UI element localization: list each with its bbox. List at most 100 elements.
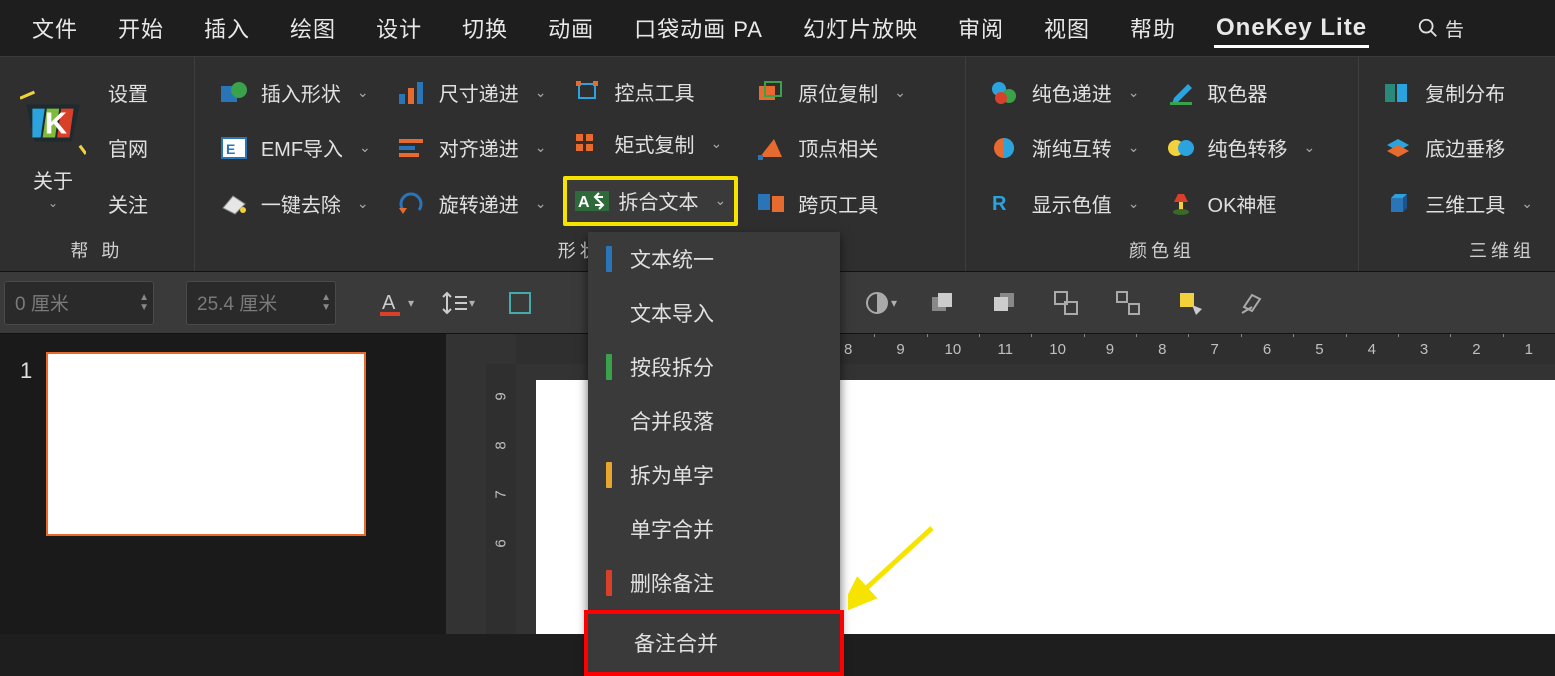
inplace-copy-icon <box>754 78 788 108</box>
ungroup-button[interactable] <box>1100 281 1156 325</box>
copy-distribute-button[interactable]: 复制分布 <box>1373 72 1541 114</box>
line-spacing-button[interactable]: ▾ <box>430 281 486 325</box>
cube-icon <box>1381 188 1415 218</box>
tab-onekey-lite[interactable]: OneKey Lite <box>1214 8 1369 48</box>
tab-strip: 文件 开始 插入 绘图 设计 切换 动画 口袋动画 PA 幻灯片放映 审阅 视图… <box>0 0 1555 56</box>
vertex-icon <box>754 133 788 163</box>
eraser-icon <box>217 188 251 218</box>
insert-shape-button[interactable]: 插入形状⌄ <box>209 72 379 114</box>
split-text-icon: A <box>575 186 609 216</box>
merge-char-item[interactable]: 单字合并 <box>588 502 840 556</box>
insert-shape-icon <box>217 78 251 108</box>
slide-number: 1 <box>20 358 32 384</box>
rotate-step-icon <box>395 188 429 218</box>
svg-text:R: R <box>992 193 1007 215</box>
tab-insert[interactable]: 插入 <box>202 6 252 50</box>
vertical-ruler: 9876 <box>486 364 516 634</box>
group-color-label: 颜色组 <box>976 233 1348 271</box>
chevron-down-icon: ⌄ <box>48 196 58 210</box>
selection-pane-button[interactable] <box>1162 281 1218 325</box>
tab-transition[interactable]: 切换 <box>460 6 510 50</box>
copy-dist-icon <box>1381 78 1415 108</box>
format-painter-button[interactable] <box>1224 281 1280 325</box>
split-by-para-item[interactable]: 按段拆分 <box>588 340 840 394</box>
follow-button[interactable]: 关注 <box>100 183 156 224</box>
matrix-copy-button[interactable]: 矩式复制⌄ <box>563 123 739 165</box>
solid-shift-button[interactable]: 纯色转移⌄ <box>1156 127 1324 169</box>
group-help-label: 帮 助 <box>10 233 184 271</box>
about-button[interactable]: K 关于 ⌄ <box>10 63 96 233</box>
ok-frame-button[interactable]: OK神框 <box>1156 182 1324 224</box>
lamp-icon <box>1164 188 1198 218</box>
width-input[interactable]: 0 厘米 ▲▼ <box>4 281 154 325</box>
rotate-step-button[interactable]: 旋转递进⌄ <box>387 182 555 224</box>
transparency-button[interactable]: ▾ <box>852 281 908 325</box>
layers-icon <box>1381 133 1415 163</box>
grad-swap-icon <box>988 133 1022 163</box>
chevron-down-icon: ⌄ <box>359 139 371 156</box>
one-click-remove-button[interactable]: 一键去除⌄ <box>209 182 379 224</box>
text-unify-item[interactable]: 文本统一 <box>588 232 840 286</box>
emf-import-button[interactable]: E EMF导入⌄ <box>209 127 379 169</box>
solid-step-button[interactable]: 纯色递进⌄ <box>980 72 1148 114</box>
chevron-down-icon: ⌄ <box>535 84 547 101</box>
vertex-related-button[interactable]: 顶点相关 <box>746 127 914 169</box>
eyedropper-button[interactable]: 取色器 <box>1156 72 1324 114</box>
emf-icon: E <box>217 133 251 163</box>
shape-fill-button[interactable] <box>492 281 548 325</box>
bottom-vertical-button[interactable]: 底边垂移 <box>1373 127 1541 169</box>
tab-help[interactable]: 帮助 <box>1128 6 1178 50</box>
solid-shift-icon <box>1164 133 1198 163</box>
tab-draw[interactable]: 绘图 <box>288 6 338 50</box>
settings-button[interactable]: 设置 <box>100 72 156 113</box>
chevron-down-icon: ⌄ <box>535 195 547 212</box>
split-merge-text-dropdown: 文本统一 文本导入 按段拆分 合并段落 拆为单字 单字合并 删除备注 备注合并 <box>588 232 840 676</box>
split-merge-text-button[interactable]: A 拆合文本⌄ <box>563 176 739 226</box>
tab-slideshow[interactable]: 幻灯片放映 <box>801 6 920 50</box>
chevron-down-icon: ⌄ <box>1521 195 1533 212</box>
tab-file[interactable]: 文件 <box>30 6 80 50</box>
delete-notes-item[interactable]: 删除备注 <box>588 556 840 610</box>
text-import-item[interactable]: 文本导入 <box>588 286 840 340</box>
svg-text:A: A <box>578 194 590 211</box>
rgb-icon: R <box>988 188 1022 218</box>
tab-animation[interactable]: 动画 <box>546 6 596 50</box>
grad-solid-swap-button[interactable]: 渐纯互转⌄ <box>980 127 1148 169</box>
tab-design[interactable]: 设计 <box>374 6 424 50</box>
chevron-down-icon: ⌄ <box>1304 139 1316 156</box>
website-button[interactable]: 官网 <box>100 127 156 168</box>
svg-text:K: K <box>45 105 68 140</box>
stepper-icon[interactable]: ▲▼ <box>321 293 331 312</box>
group-button[interactable] <box>1038 281 1094 325</box>
about-label: 关于 <box>33 165 73 194</box>
tab-review[interactable]: 审阅 <box>956 6 1006 50</box>
crosspage-tool-button[interactable]: 跨页工具 <box>746 182 914 224</box>
font-color-button[interactable]: A▾ <box>368 281 424 325</box>
chevron-down-icon: ⌄ <box>535 139 547 156</box>
3d-tool-button[interactable]: 三维工具⌄ <box>1373 182 1541 224</box>
split-to-char-item[interactable]: 拆为单字 <box>588 448 840 502</box>
solid-step-icon <box>988 78 1022 108</box>
tab-view[interactable]: 视图 <box>1042 6 1092 50</box>
height-input[interactable]: 25.4 厘米 ▲▼ <box>186 281 336 325</box>
svg-text:A: A <box>382 292 396 314</box>
align-step-button[interactable]: 对齐递进⌄ <box>387 127 555 169</box>
tab-home[interactable]: 开始 <box>116 6 166 50</box>
merge-notes-item[interactable]: 备注合并 <box>588 614 840 672</box>
stepper-icon[interactable]: ▲▼ <box>139 293 149 312</box>
show-color-value-button[interactable]: R 显示色值⌄ <box>980 182 1148 224</box>
inplace-copy-button[interactable]: 原位复制⌄ <box>746 72 914 114</box>
tell-me-search[interactable]: 告 <box>1417 15 1464 42</box>
size-step-button[interactable]: 尺寸递进⌄ <box>387 72 555 114</box>
slide-thumbnail-1[interactable] <box>46 352 366 536</box>
control-point-tool-button[interactable]: 控点工具 <box>563 70 739 112</box>
chevron-down-icon: ⌄ <box>715 192 727 209</box>
chevron-down-icon: ⌄ <box>357 84 369 101</box>
chevron-down-icon: ⌄ <box>1128 139 1140 156</box>
merge-para-item[interactable]: 合并段落 <box>588 394 840 448</box>
tab-pocket[interactable]: 口袋动画 PA <box>632 6 765 50</box>
send-backward-button[interactable] <box>976 281 1032 325</box>
merge-notes-highlight: 备注合并 <box>584 610 844 676</box>
bring-forward-button[interactable] <box>914 281 970 325</box>
chevron-down-icon: ⌄ <box>357 195 369 212</box>
